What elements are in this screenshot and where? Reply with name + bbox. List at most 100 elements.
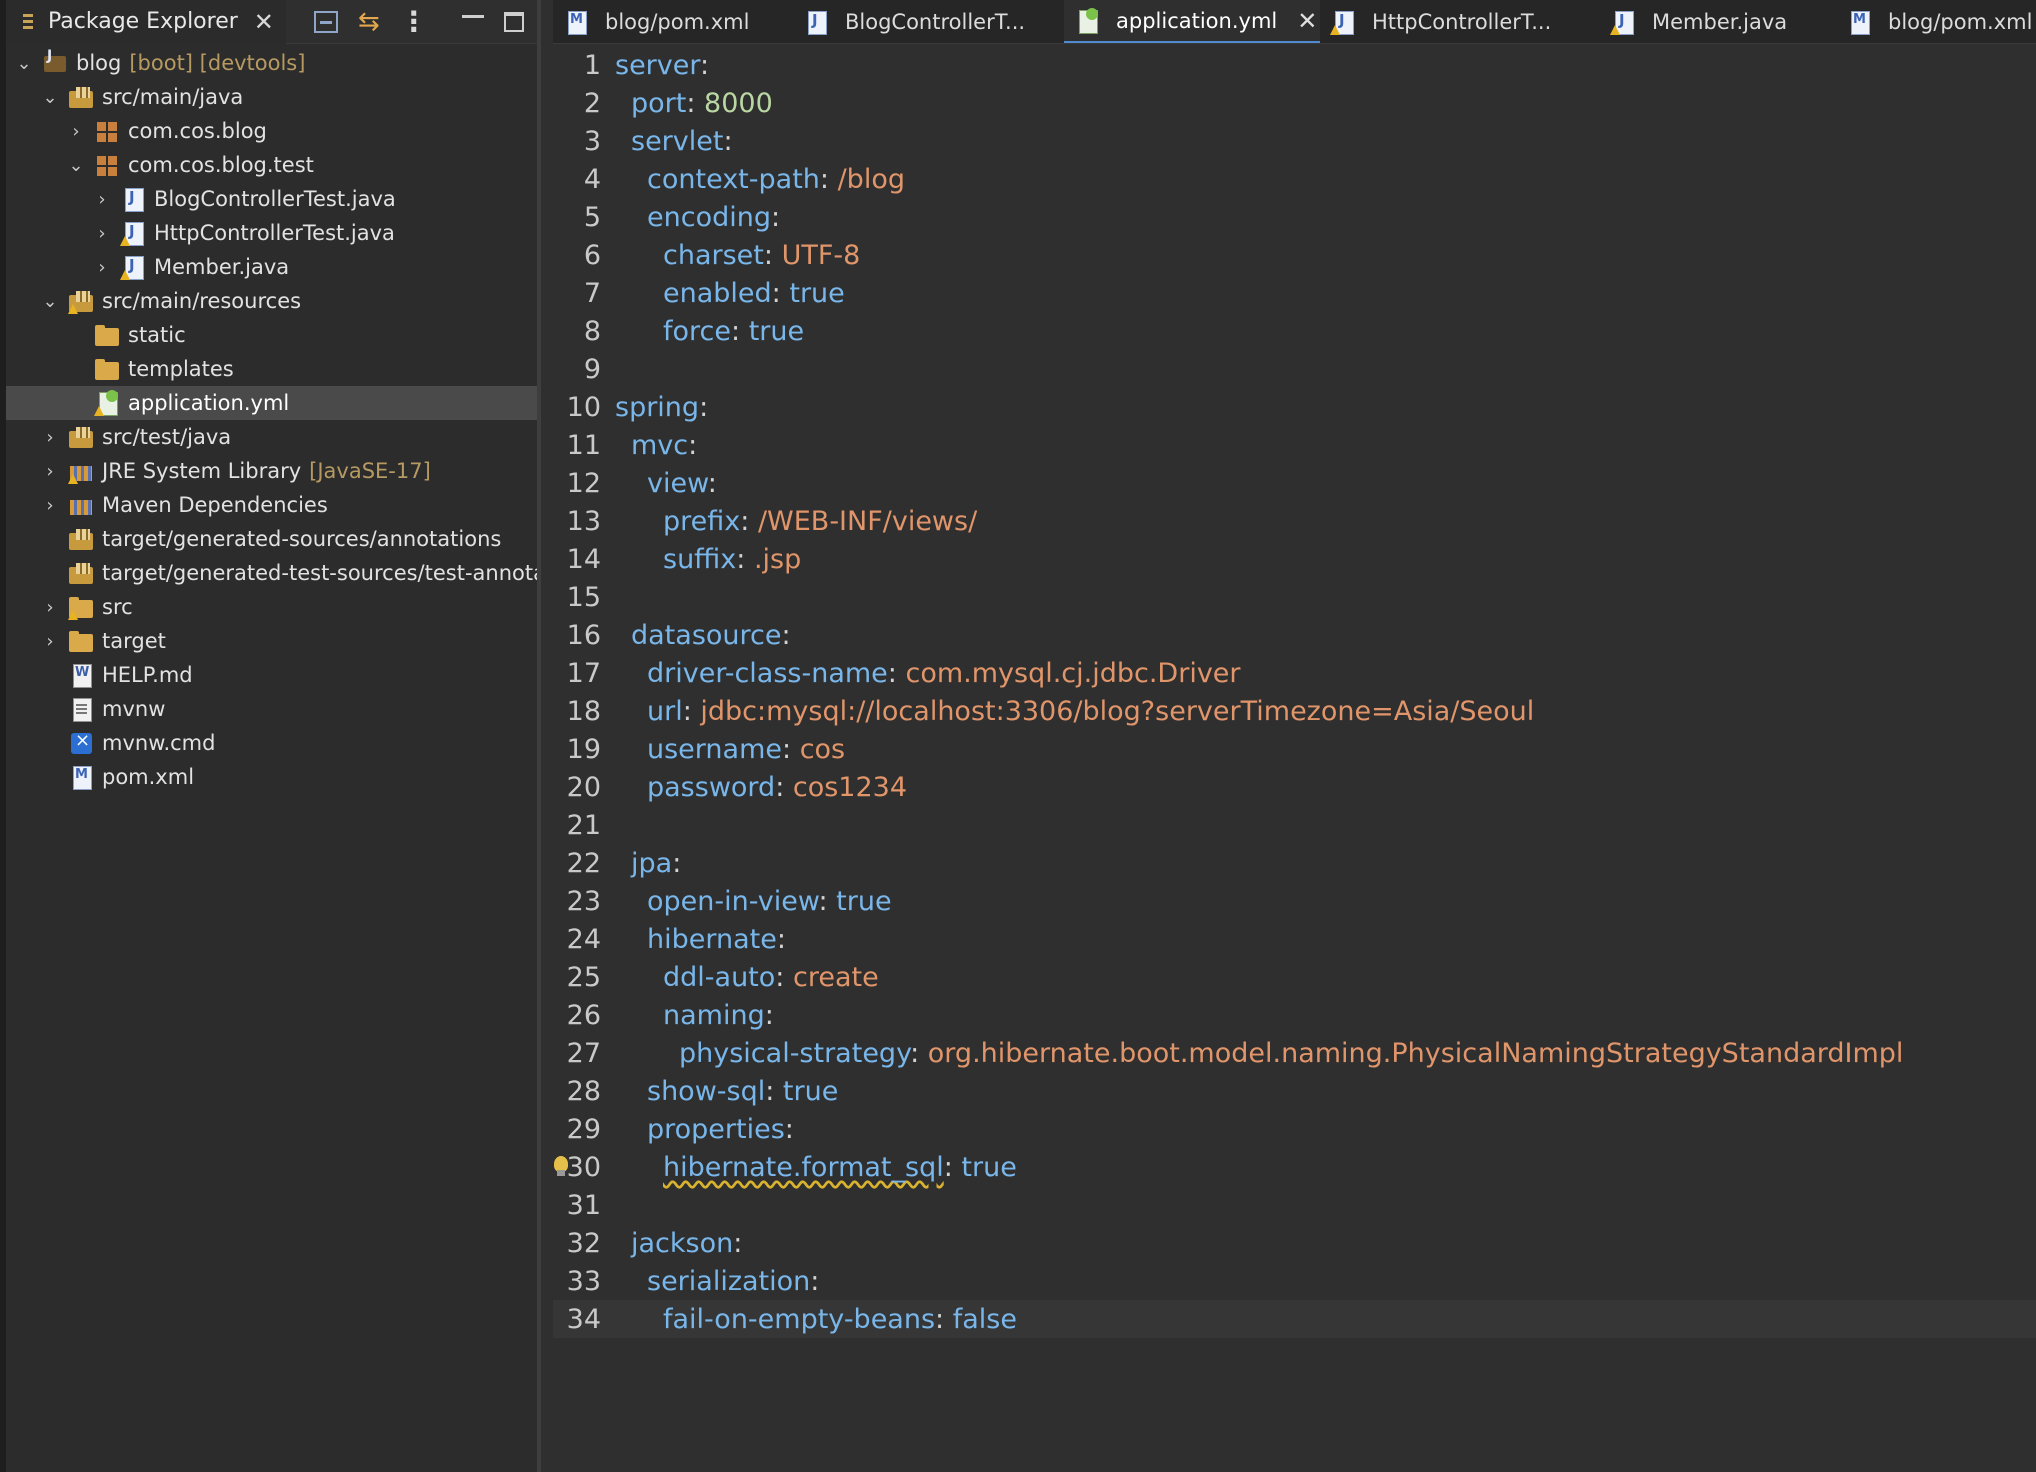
tab-package-explorer[interactable]: Package Explorer ✕	[6, 0, 286, 44]
tree-item-generated-sources[interactable]: target/generated-sources/annotations	[6, 522, 537, 556]
link-with-editor-icon[interactable]: ⇆	[358, 7, 380, 37]
code-line[interactable]: 12 view:	[553, 464, 2036, 502]
code-editor[interactable]: 1 server: 2 port: 8000 3 servlet: 4 context-pat…	[553, 46, 2036, 1338]
code-line[interactable]: 33 serialization:	[553, 1262, 2036, 1300]
line-number: 9	[583, 353, 601, 385]
tree-item-com-cos-blog[interactable]: › com.cos.blog	[6, 114, 537, 148]
code-line[interactable]: 28 show-sql: true	[553, 1072, 2036, 1110]
line-number: 2	[583, 87, 601, 119]
source-folder-warning-icon	[68, 288, 94, 314]
java-file-icon	[803, 9, 829, 35]
tree-item-src-main-java[interactable]: ⌄ src/main/java	[6, 80, 537, 114]
code-line[interactable]: 24 hibernate:	[553, 920, 2036, 958]
tree-item-mvnw[interactable]: mvnw	[6, 692, 537, 726]
tree-item-src-test-java[interactable]: › src/test/java	[6, 420, 537, 454]
code-line[interactable]: 30 hibernate.format_sql: true	[553, 1148, 2036, 1186]
maximize-icon[interactable]	[503, 11, 524, 32]
tree-item-templates[interactable]: templates	[6, 352, 537, 386]
chevron-right-icon[interactable]: ›	[92, 189, 112, 210]
chevron-down-icon[interactable]: ⌄	[66, 155, 86, 176]
code-line[interactable]: 19 username: cos	[553, 730, 2036, 768]
code-line[interactable]: 6 charset: UTF-8	[553, 236, 2036, 274]
line-number: 5	[583, 201, 601, 233]
tree-item-member[interactable]: › Member.java	[6, 250, 537, 284]
tree-item-pom-xml[interactable]: pom.xml	[6, 760, 537, 794]
view-menu-icon[interactable]: ⋮	[400, 5, 428, 38]
tree-item-src[interactable]: › src	[6, 590, 537, 624]
tree-item-com-cos-blog-test[interactable]: ⌄ com.cos.blog.test	[6, 148, 537, 182]
line-number: 29	[566, 1113, 601, 1145]
line-number: 15	[566, 581, 601, 613]
code-line[interactable]: 20 password: cos1234	[553, 768, 2036, 806]
chevron-right-icon[interactable]: ›	[66, 121, 86, 142]
collapse-all-icon[interactable]	[313, 10, 338, 33]
tree-item-mvnw-cmd[interactable]: mvnw.cmd	[6, 726, 537, 760]
code-line[interactable]: 21	[553, 806, 2036, 844]
tree-item-blogcontrollertest[interactable]: › BlogControllerTest.java	[6, 182, 537, 216]
yaml-separator: :	[763, 239, 782, 271]
yaml-separator: :	[736, 543, 754, 575]
tab-blog-pom-xml-2[interactable]: blog/pom.xml	[1836, 0, 2036, 43]
code-line[interactable]: 22 jpa:	[553, 844, 2036, 882]
code-line[interactable]: 26 naming:	[553, 996, 2036, 1034]
code-line[interactable]: 34 fail-on-empty-beans: false	[553, 1300, 2036, 1338]
code-line[interactable]: 4 context-path: /blog	[553, 160, 2036, 198]
code-line[interactable]: 14 suffix: .jsp	[553, 540, 2036, 578]
chevron-right-icon[interactable]: ›	[92, 223, 112, 244]
code-line[interactable]: 13 prefix: /WEB-INF/views/	[553, 502, 2036, 540]
yaml-value: /WEB-INF/views/	[757, 505, 978, 537]
code-line[interactable]: 5 encoding:	[553, 198, 2036, 236]
code-line[interactable]: 3 servlet:	[553, 122, 2036, 160]
chevron-right-icon[interactable]: ›	[40, 461, 60, 482]
chevron-right-icon[interactable]: ›	[40, 631, 60, 652]
code-line[interactable]: 16 datasource:	[553, 616, 2036, 654]
tree-item-maven-dependencies[interactable]: › Maven Dependencies	[6, 488, 537, 522]
close-icon[interactable]: ✕	[254, 8, 274, 36]
code-line[interactable]: 29 properties:	[553, 1110, 2036, 1148]
tree-item-jre-system-library[interactable]: › JRE System Library [JavaSE-17]	[6, 454, 537, 488]
tree-item-src-main-resources[interactable]: ⌄ src/main/resources	[6, 284, 537, 318]
code-line[interactable]: 32 jackson:	[553, 1224, 2036, 1262]
chevron-down-icon[interactable]: ⌄	[14, 53, 34, 74]
chevron-right-icon[interactable]: ›	[40, 495, 60, 516]
code-line[interactable]: 17 driver-class-name: com.mysql.cj.jdbc.D…	[553, 654, 2036, 692]
tree-item-target[interactable]: › target	[6, 624, 537, 658]
tree-item-httpcontrollertest[interactable]: › HttpControllerTest.java	[6, 216, 537, 250]
code-line[interactable]: 10 spring:	[553, 388, 2036, 426]
code-line[interactable]: 23 open-in-view: true	[553, 882, 2036, 920]
tab-application-yml[interactable]: application.yml ✕	[1064, 0, 1320, 43]
code-line[interactable]: 15	[553, 578, 2036, 616]
tree-item-generated-test-sources[interactable]: target/generated-test-sources/test-annot…	[6, 556, 537, 590]
chevron-right-icon[interactable]: ›	[92, 257, 112, 278]
chevron-right-icon[interactable]: ›	[40, 597, 60, 618]
code-line[interactable]: 11 mvc:	[553, 426, 2036, 464]
tab-blog-pom-xml[interactable]: blog/pom.xml	[553, 0, 793, 43]
close-icon[interactable]: ✕	[1297, 7, 1317, 35]
warning-marker-icon[interactable]	[551, 1156, 569, 1178]
yaml-key: force	[663, 315, 731, 347]
tree-item-label: src/test/java	[102, 425, 232, 449]
code-line[interactable]: 9	[553, 350, 2036, 388]
code-line[interactable]: 27 physical-strategy: org.hibernate.boot.…	[553, 1034, 2036, 1072]
tree-item-help-md[interactable]: HELP.md	[6, 658, 537, 692]
code-line[interactable]: 31	[553, 1186, 2036, 1224]
code-line[interactable]: 18 url: jdbc:mysql://localhost:3306/blog?…	[553, 692, 2036, 730]
tab-member-java[interactable]: Member.java	[1600, 0, 1836, 43]
chevron-down-icon[interactable]: ⌄	[40, 291, 60, 312]
code-line[interactable]: 2 port: 8000	[553, 84, 2036, 122]
tree-item-application-yml[interactable]: application.yml	[6, 386, 537, 420]
tab-blogcontrollertest[interactable]: BlogControllerT...	[793, 0, 1064, 43]
chevron-right-icon[interactable]: ›	[40, 427, 60, 448]
code-line[interactable]: 1 server:	[553, 46, 2036, 84]
library-icon	[68, 492, 94, 518]
tab-httpcontrollertest[interactable]: HttpControllerT...	[1320, 0, 1600, 43]
tree-item-blog[interactable]: ⌄ blog [boot] [devtools]	[6, 46, 537, 80]
code-line[interactable]: 7 enabled: true	[553, 274, 2036, 312]
chevron-down-icon[interactable]: ⌄	[40, 87, 60, 108]
tree-item-static[interactable]: static	[6, 318, 537, 352]
yaml-separator: :	[782, 733, 800, 765]
minimize-icon[interactable]	[461, 15, 484, 18]
tree-item-label: HELP.md	[102, 663, 193, 687]
code-line[interactable]: 8 force: true	[553, 312, 2036, 350]
code-line[interactable]: 25 ddl-auto: create	[553, 958, 2036, 996]
